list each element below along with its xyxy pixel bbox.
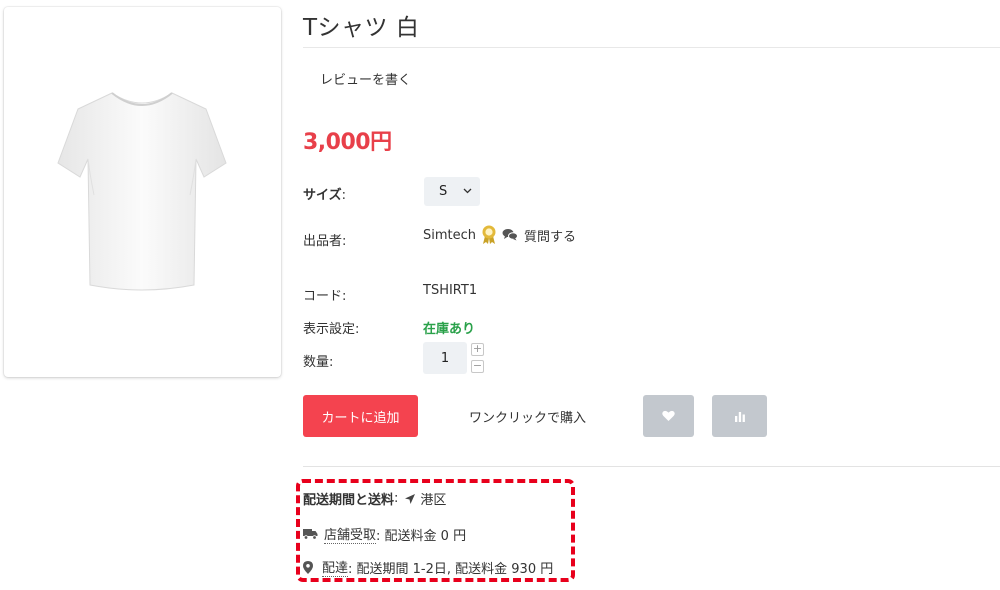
bar-chart-icon: [734, 411, 745, 422]
chat-bubbles-icon[interactable]: [502, 228, 519, 242]
product-price: 3,000円: [303, 124, 392, 156]
price-currency: 円: [370, 130, 392, 155]
pickup-detail: : 配送料金 0 円: [376, 528, 467, 544]
price-amount: 3,000: [303, 130, 371, 155]
shipping-heading: 配送期間と送料: [303, 493, 395, 508]
size-select-value: S: [439, 184, 448, 199]
award-badge-icon: [482, 225, 496, 244]
product-image-card[interactable]: [4, 7, 281, 377]
code-label: コード:: [303, 289, 347, 304]
add-to-compare-button[interactable]: [712, 395, 767, 437]
size-label: サイズ:: [303, 184, 346, 203]
title-divider: [303, 47, 1000, 48]
delivery-detail: : 配送期間 1-2日, 配送料金 930 円: [348, 561, 554, 577]
delivery-method-name[interactable]: 配達: [322, 557, 349, 577]
tshirt-image: [57, 92, 227, 291]
shipping-heading-row: 配送期間と送料: 港区: [303, 489, 446, 508]
vendor-name-link[interactable]: Simtech: [423, 228, 476, 243]
section-divider: [303, 466, 1000, 467]
pickup-row: 店舗受取: 配送料金 0 円: [303, 524, 466, 544]
one-click-buy-button[interactable]: ワンクリックで購入: [469, 407, 586, 426]
availability-label: 表示設定:: [303, 322, 360, 337]
write-review-link[interactable]: レビューを書く: [320, 69, 411, 88]
chevron-down-icon: [463, 188, 472, 194]
size-select[interactable]: S: [424, 177, 480, 206]
heart-icon: [662, 410, 675, 421]
shipping-location-link[interactable]: 港区: [420, 489, 446, 508]
quantity-decrement-button[interactable]: −: [471, 360, 484, 373]
quantity-increment-button[interactable]: +: [471, 343, 484, 356]
delivery-row: 配達: 配送期間 1-2日, 配送料金 930 円: [303, 557, 553, 577]
quantity-label: 数量:: [303, 355, 334, 370]
size-label-colon: :: [341, 188, 347, 203]
map-pin-icon: [303, 560, 313, 574]
vendor-label: 出品者:: [303, 234, 347, 249]
truck-icon: [303, 529, 318, 540]
code-value: TSHIRT1: [423, 283, 478, 298]
availability-value: 在庫あり: [423, 322, 476, 337]
ask-question-link[interactable]: 質問する: [524, 226, 576, 245]
location-arrow-icon: [405, 493, 416, 504]
size-label-text: サイズ: [303, 188, 342, 203]
vendor-row: Simtech 質問する: [423, 225, 576, 245]
shipping-heading-colon: :: [394, 491, 399, 506]
add-to-wishlist-button[interactable]: [643, 395, 694, 437]
product-title: Tシャツ 白: [303, 15, 420, 41]
quantity-input[interactable]: 1: [423, 342, 467, 374]
add-to-cart-button[interactable]: カートに追加: [303, 395, 418, 437]
pickup-method-name[interactable]: 店舗受取: [324, 524, 377, 544]
